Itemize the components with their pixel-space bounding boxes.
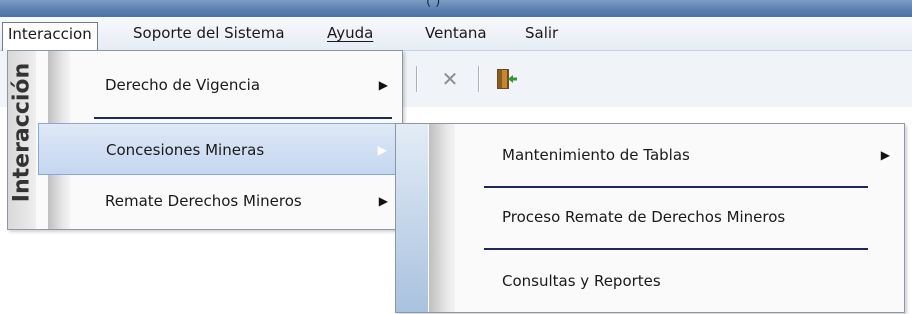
- close-icon[interactable]: ✕: [436, 65, 464, 93]
- menu-item-mantenimiento-de-tablas[interactable]: Mantenimiento de Tablas ▶: [454, 126, 904, 184]
- window-title-bar: ( ): [0, 0, 912, 17]
- menu-item-label: Mantenimiento de Tablas: [502, 146, 690, 164]
- toolbar-separator: [416, 66, 417, 92]
- close-glyph: ✕: [441, 67, 459, 91]
- menu-soporte-del-sistema[interactable]: Soporte del Sistema: [128, 22, 290, 46]
- menu-ayuda-label: Ayuda: [327, 24, 374, 42]
- menu-interaccion-label: Interaccion: [8, 25, 92, 43]
- menu-item-label: Remate Derechos Mineros: [105, 192, 302, 210]
- menu-sidebar-label: Interacción: [9, 62, 35, 203]
- menu-ventana-label: Ventana: [425, 24, 487, 42]
- menu-item-derecho-de-vigencia[interactable]: Derecho de Vigencia ▶: [38, 59, 402, 111]
- interaccion-dropdown: Interacción Derecho de Vigencia ▶ Conces…: [7, 50, 403, 230]
- submenu-side-band: [396, 124, 428, 312]
- menu-item-proceso-remate[interactable]: Proceso Remate de Derechos Mineros: [454, 188, 904, 246]
- menu-ayuda[interactable]: Ayuda: [322, 22, 378, 46]
- menu-salir-label: Salir: [525, 24, 559, 42]
- submenu-arrow-icon: ▶: [377, 143, 387, 157]
- menu-separator: [484, 248, 868, 250]
- menu-ventana[interactable]: Ventana: [420, 22, 492, 46]
- toolbar-separator: [478, 66, 479, 92]
- exit-door-icon[interactable]: [492, 65, 520, 93]
- menu-separator: [94, 117, 392, 119]
- menu-item-consultas-y-reportes[interactable]: Consultas y Reportes: [454, 252, 904, 310]
- submenu-arrow-icon: ▶: [378, 194, 388, 208]
- menu-item-label: Proceso Remate de Derechos Mineros: [502, 208, 786, 226]
- menu-soporte-label: Soporte del Sistema: [133, 24, 285, 42]
- menu-item-label: Derecho de Vigencia: [105, 76, 261, 94]
- menu-item-label: Consultas y Reportes: [502, 272, 661, 290]
- menu-bar: Interaccion Soporte del Sistema Ayuda Ve…: [0, 17, 912, 51]
- menu-interaccion[interactable]: Interaccion: [2, 22, 98, 51]
- concesiones-mineras-submenu: Mantenimiento de Tablas ▶ Proceso Remate…: [395, 123, 905, 313]
- menu-item-label: Concesiones Mineras: [106, 141, 265, 159]
- menu-sidebar-band: Interacción: [8, 51, 36, 229]
- menu-item-remate-derechos-mineros[interactable]: Remate Derechos Mineros ▶: [38, 175, 402, 227]
- menu-item-concesiones-mineras[interactable]: Concesiones Mineras ▶: [38, 123, 402, 175]
- submenu-arrow-icon: ▶: [880, 148, 890, 162]
- submenu-arrow-icon: ▶: [378, 78, 388, 92]
- submenu-icon-gutter: [429, 124, 455, 312]
- window-title: ( ): [426, 0, 441, 9]
- menu-salir[interactable]: Salir: [520, 22, 563, 46]
